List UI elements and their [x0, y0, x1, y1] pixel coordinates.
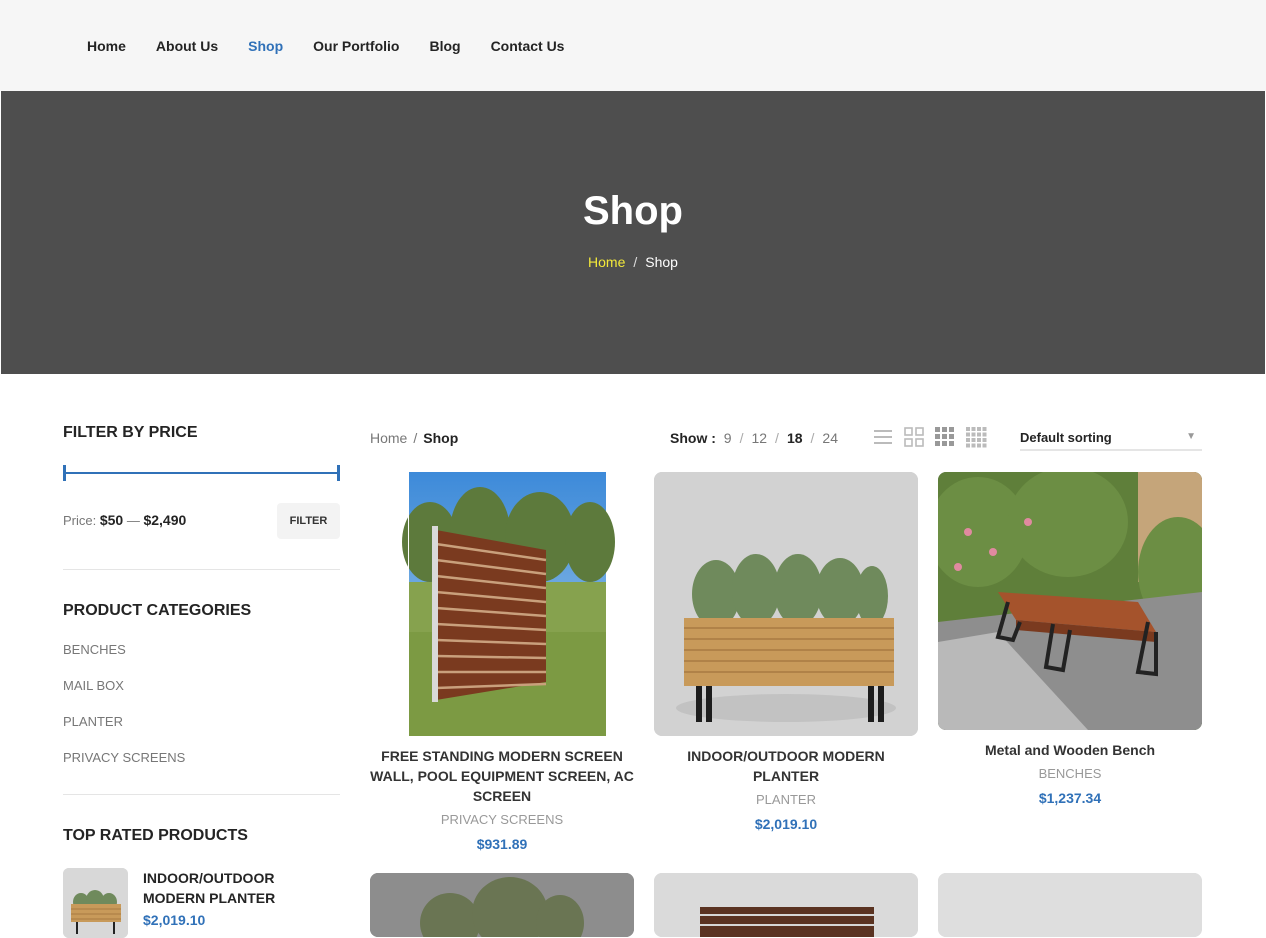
breadcrumb-separator: / — [413, 430, 418, 446]
per-page-separator: / — [775, 430, 779, 446]
hero-breadcrumb: Home / Shop — [1, 254, 1265, 270]
category-item-mail-box[interactable]: MAIL BOX — [63, 678, 340, 714]
grid-3-icon[interactable] — [934, 426, 956, 448]
nav-item-our-portfolio[interactable]: Our Portfolio — [313, 38, 399, 54]
sidebar-divider — [63, 569, 340, 570]
category-item-privacy-screens[interactable]: PRIVACY SCREENS — [63, 750, 340, 786]
breadcrumb-home[interactable]: Home — [370, 430, 407, 446]
price-max-handle[interactable] — [337, 465, 340, 481]
nav-item-contact-us[interactable]: Contact Us — [491, 38, 565, 54]
per-page-12[interactable]: 12 — [751, 430, 767, 446]
price-range-track — [63, 472, 340, 474]
nav-item-blog[interactable]: Blog — [429, 38, 460, 54]
price-min-handle[interactable] — [63, 465, 66, 481]
top-rated-thumbnail[interactable] — [63, 868, 128, 938]
filter-button[interactable]: FILTER — [277, 503, 340, 539]
sidebar-divider — [63, 794, 340, 795]
show-label: Show : — [670, 430, 716, 446]
top-rated-item: INDOOR/OUTDOOR MODERN PLANTER $2,019.10 — [63, 868, 340, 938]
grid-4-icon[interactable] — [965, 426, 987, 448]
product-category[interactable]: PLANTER — [654, 792, 918, 807]
product-image[interactable] — [938, 873, 1202, 937]
product-card — [938, 873, 1202, 937]
price-range-slider[interactable] — [63, 465, 340, 481]
product-category[interactable]: PRIVACY SCREENS — [370, 812, 634, 827]
per-page-18[interactable]: 18 — [787, 430, 803, 446]
per-page-separator: / — [810, 430, 815, 446]
product-title[interactable]: Metal and Wooden Bench — [938, 740, 1202, 760]
hero-breadcrumb-current: Shop — [645, 254, 678, 270]
product-image[interactable] — [370, 873, 634, 937]
price-range-label: Price: $50 — $2,490 — [63, 512, 186, 528]
per-page-separator: / — [739, 430, 744, 446]
chevron-down-icon: ▼ — [1186, 431, 1196, 442]
nav-menu: Home About Us Shop Our Portfolio Blog Co… — [87, 38, 594, 54]
sort-select-value: Default sorting — [1020, 430, 1112, 445]
product-categories-title: PRODUCT CATEGORIES — [63, 602, 252, 619]
top-navigation: Home About Us Shop Our Portfolio Blog Co… — [0, 0, 1266, 91]
price-min-value: $50 — [99, 512, 124, 528]
product-card — [370, 873, 634, 937]
product-price: $2,019.10 — [754, 816, 818, 832]
sort-select[interactable]: Default sorting ▼ — [1020, 425, 1202, 451]
view-switcher — [872, 426, 996, 448]
page-title: Shop — [583, 189, 683, 233]
category-list: BENCHES MAIL BOX PLANTER PRIVACY SCREENS — [63, 642, 340, 786]
category-item-benches[interactable]: BENCHES — [63, 642, 340, 678]
price-label: Price: — [63, 513, 97, 528]
nav-item-about-us[interactable]: About Us — [156, 38, 218, 54]
product-card — [654, 873, 918, 937]
top-rated-info: INDOOR/OUTDOOR MODERN PLANTER $2,019.10 — [143, 868, 303, 938]
product-image[interactable] — [370, 472, 634, 736]
nav-item-home[interactable]: Home — [87, 38, 126, 54]
hero-breadcrumb-separator: / — [633, 254, 638, 270]
nav-item-shop[interactable]: Shop — [248, 38, 283, 54]
breadcrumb-current: Shop — [423, 430, 459, 446]
top-rated-products-title: TOP RATED PRODUCTS — [63, 827, 248, 844]
price-max-value: $2,490 — [143, 512, 187, 528]
product-card: FREE STANDING MODERN SCREEN WALL, POOL E… — [370, 472, 634, 852]
category-item-planter[interactable]: PLANTER — [63, 714, 340, 750]
price-dash: — — [126, 513, 140, 528]
product-card: INDOOR/OUTDOOR MODERN PLANTER PLANTER $2… — [654, 472, 918, 832]
top-rated-name[interactable]: INDOOR/OUTDOOR MODERN PLANTER — [143, 868, 303, 908]
grid-2-icon[interactable] — [903, 426, 925, 448]
page-hero: Shop Home / Shop — [1, 91, 1265, 374]
per-page-9[interactable]: 9 — [724, 430, 732, 446]
per-page-24[interactable]: 24 — [822, 430, 838, 446]
list-view-icon[interactable] — [872, 426, 894, 448]
product-card: Metal and Wooden Bench BENCHES $1,237.34 — [938, 472, 1202, 806]
product-category[interactable]: BENCHES — [938, 766, 1202, 781]
shop-sidebar: FILTER BY PRICE Price: $50 — $2,490 FILT… — [63, 424, 340, 938]
filter-by-price-title: FILTER BY PRICE — [63, 424, 198, 441]
price-row: Price: $50 — $2,490 FILTER — [63, 503, 340, 539]
shop-breadcrumb: Home / Shop — [370, 430, 458, 446]
product-price: $1,237.34 — [1038, 790, 1102, 806]
hero-breadcrumb-home[interactable]: Home — [588, 254, 625, 270]
product-image[interactable] — [938, 472, 1202, 730]
product-title[interactable]: INDOOR/OUTDOOR MODERN PLANTER — [654, 746, 918, 786]
product-title[interactable]: FREE STANDING MODERN SCREEN WALL, POOL E… — [370, 746, 634, 806]
per-page-selector: Show : 9 / 12 / 18 / 24 — [670, 430, 838, 446]
product-image[interactable] — [654, 472, 918, 736]
product-price: $931.89 — [476, 836, 528, 852]
top-rated-price: $2,019.10 — [143, 912, 206, 928]
product-image[interactable] — [654, 873, 918, 937]
